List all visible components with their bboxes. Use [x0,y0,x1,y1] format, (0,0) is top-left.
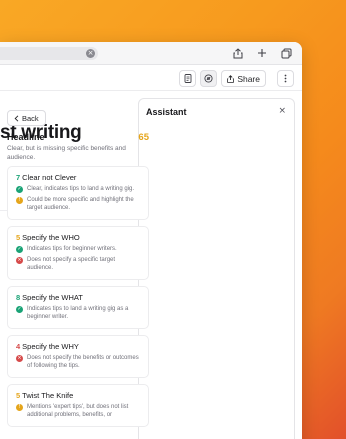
plus-icon[interactable] [255,46,269,60]
criteria-point: ! Could be more specific and highlight th… [16,196,141,212]
editor-toolbar: Share [0,65,302,91]
headline-score: 65 [138,132,149,143]
chevron-left-icon [14,114,19,122]
cross-icon: × [16,256,23,264]
warning-icon: ! [16,196,23,204]
criteria-card[interactable]: 7 Clear not Clever ✓ Clear, indicates tips … [7,166,149,220]
criteria-point-text: Indicates tips to land a writing gig as … [27,306,129,320]
tabs-icon[interactable] [279,46,293,60]
criteria-card[interactable]: 5 Specify the WHO ✓ Indicates tips for begi… [7,226,149,280]
criteria-point-text: Mentions 'expert tips', but does not lis… [27,404,129,418]
criteria-score: 5 [16,391,21,400]
criteria-title-text: Specify the WHY [22,342,79,351]
criteria-score: 8 [16,293,21,302]
criteria-point-text: Indicates tips for beginner writers. [27,246,117,252]
assistant-toggle-button[interactable] [200,70,218,87]
criteria-score: 5 [16,233,21,242]
cross-icon: × [16,354,23,362]
share-label: Share [237,73,260,84]
criteria-title-text: Clear not Clever [22,173,77,182]
criteria-point: ✓ Indicates tips for beginner writers. [16,245,141,253]
headline-label: Headline [7,132,45,142]
share-button[interactable]: Share [221,70,266,87]
headline-summary: Headline 65 Clear, but is missing specif… [7,132,149,162]
criteria-point: ✓ Indicates tips to land a writing gig as… [16,305,141,321]
check-icon: ✓ [16,185,23,193]
assistant-panel: Assistant × [138,98,295,439]
check-icon: ✓ [16,305,23,313]
criteria-score: 7 [16,173,21,182]
browser-window: × Share st writing Assistant × Back Head… [0,42,302,439]
check-icon: ✓ [16,245,23,253]
assistant-header: Assistant × [139,99,294,123]
criteria-card[interactable]: 5 Twist The Knife! Mentions 'expert tips',… [7,384,149,427]
criteria-title-text: Twist The Knife [22,391,74,400]
criteria-title-text: Specify the WHAT [22,293,83,302]
criteria-point-text: Does not specify the benefits or outcome… [27,355,139,369]
clear-url-icon[interactable]: × [86,49,95,58]
address-bar[interactable]: × [0,47,98,60]
criteria-point: ✓ Clear, indicates tips to land a writing… [16,185,141,193]
browser-bar: × [0,42,302,65]
document-button[interactable] [179,70,197,87]
criteria-title: 5 Specify the WHO [16,233,141,242]
criteria-point-text: Does not specify a specific target audie… [27,257,116,271]
criteria-card[interactable]: 8 Specify the WHAT ✓ Indicates tips to land… [7,286,149,329]
share-icon[interactable] [231,46,245,60]
browser-actions [231,46,293,60]
warning-icon: ! [16,403,23,411]
share-icon [227,74,235,83]
assistant-icon [204,74,213,83]
criteria-point: × Does not specify the benefits or outcom… [16,354,141,370]
criteria-title: 5 Twist The Knife [16,391,141,400]
back-label: Back [22,113,39,123]
headline-description: Clear, but is missing specific benefits … [7,145,126,161]
criteria-title: 8 Specify the WHAT [16,293,141,302]
criteria-point-text: Could be more specific and highlight the… [27,197,134,211]
criteria-title: 4 Specify the WHY [16,342,141,351]
document-icon [184,74,192,83]
criteria-point: × Does not specify a specific target audi… [16,256,141,272]
close-icon[interactable]: × [278,106,286,116]
toolbar-actions: Share [179,70,294,87]
back-button[interactable]: Back [7,110,46,126]
more-icon [284,74,287,83]
criteria-score: 4 [16,342,21,351]
criteria-title: 7 Clear not Clever [16,173,141,182]
criteria-point: ! Mentions 'expert tips', but does not li… [16,403,141,419]
more-options-button[interactable] [277,70,294,87]
criteria-card[interactable]: 4 Specify the WHY × Does not specify the be… [7,335,149,378]
criteria-list: 7 Clear not Clever ✓ Clear, indicates tips … [7,166,149,433]
assistant-title: Assistant [146,107,187,117]
criteria-point-text: Clear, indicates tips to land a writing … [27,186,135,192]
criteria-title-text: Specify the WHO [22,233,80,242]
